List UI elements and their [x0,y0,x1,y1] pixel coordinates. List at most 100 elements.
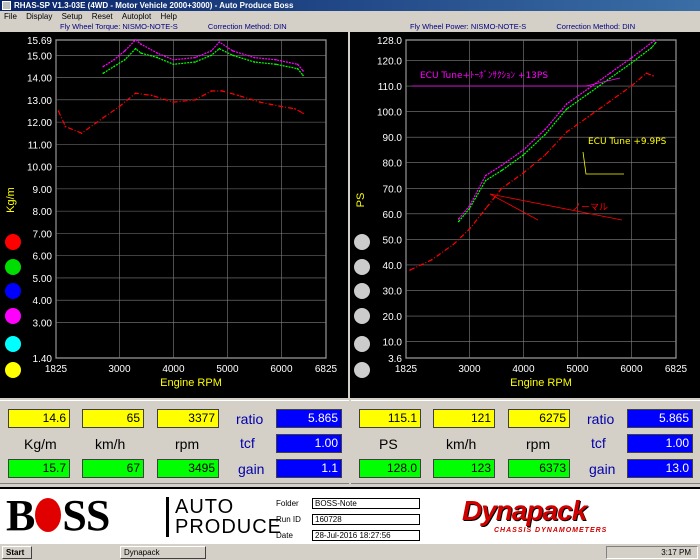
gain-label: gain [589,461,616,477]
legend-yellow-dot[interactable] [5,362,21,378]
taskbar: Start Dynapack 3:17 PM [0,543,700,560]
torque-y-tick-label: 10.00 [27,163,52,174]
legend-grey-dot-5[interactable] [354,336,370,352]
torque-y-tick-label: 13.00 [27,96,52,107]
torque-chart: 1.403.004.005.006.007.008.009.0010.0011.… [5,36,338,389]
power-x-tick-label: 5000 [566,364,589,375]
date-label: Date [276,531,293,540]
ratio-label: ratio [587,411,615,427]
torque-series-point-1 [253,61,256,63]
torque-x-tick-label: 4000 [162,364,185,375]
torque-readout-panel: 14.6 65 3377 Kg/m km/h rpm 15.7 67 3495 … [0,400,349,484]
torque-series-point-1 [172,63,175,66]
power-series-point-0 [468,228,471,230]
legend-cyan-dot[interactable] [5,336,21,352]
torque-chart-header: Fly Wheel Torque: NISMO-NOTE-S Correctio… [60,22,350,32]
torque-x-tick-label: 6825 [315,364,338,375]
torque-series-point-0 [259,101,261,103]
power-series-point-1 [587,92,590,95]
power-series-point-0 [484,207,487,210]
torque-y-tick-label: 7.00 [33,229,53,240]
power-series-point-2 [522,149,525,151]
torque-series-point-2 [296,63,299,66]
window-titlebar: RHAS-SP V1.3-03E (4WD - Motor Vehicle 20… [0,0,700,11]
rpm-current: 3377 [157,409,219,428]
menu-display[interactable]: Display [26,12,52,21]
power-annotation-1: ECU Tune +9.9PS [588,137,667,147]
torque-series-point-2 [275,59,277,61]
ratio-value: 5.865 [627,409,693,428]
torque-series-point-0 [280,105,283,108]
torque-series-point-2 [124,50,126,52]
torque-series-line-1 [102,47,304,76]
menu-help[interactable]: Help [160,12,176,21]
menu-setup[interactable]: Setup [62,12,83,21]
torque-series-point-0 [210,90,213,92]
menu-reset[interactable]: Reset [92,12,113,21]
power-y-tick-label: 128.0 [377,36,402,47]
run-id-label: Run ID [276,515,301,524]
legend-blue-dot[interactable] [5,283,21,299]
power-series-point-2 [484,174,487,177]
start-label: Start [6,548,25,557]
torque-series-point-0 [64,125,67,128]
legend-grey-dot-3[interactable] [354,283,370,299]
legend-grey-dot-6[interactable] [354,362,370,378]
torque-series-point-1 [194,61,196,63]
tcf-value: 1.00 [276,434,342,453]
dynapack-subtitle: CHASSIS DYNAMOMETERS [494,527,608,534]
torque-series-point-0 [172,101,175,103]
torque-series-point-2 [218,41,221,43]
speed-current: 65 [82,409,144,428]
legend-red-dot[interactable] [5,234,21,250]
power-unit-label: PS [379,436,398,452]
ratio-label: ratio [236,411,264,427]
legend-grey-dot-1[interactable] [354,234,370,250]
torque-series-point-0 [194,99,196,101]
menu-bar: File Display Setup Reset Autoplot Help [0,11,700,22]
power-series-point-0 [630,85,633,87]
taskbar-dynapack-button[interactable]: Dynapack [120,546,206,559]
power-series-point-2 [457,218,460,220]
power-series-point-2 [544,128,546,131]
torque-x-tick-label: 1825 [45,364,68,375]
torque-y-tick-label: 12.00 [27,118,52,129]
torque-x-axis-label: Engine RPM [160,377,222,389]
torque-series-point-1 [302,74,304,77]
power-chart: 3.610.020.030.040.050.060.070.080.090.01… [355,36,688,389]
torque-series-point-0 [302,112,304,115]
power-series-point-0 [609,100,611,103]
torque-y-tick-label: 5.00 [33,274,53,285]
power-y-tick-label: 10.0 [383,338,403,349]
torque-series-point-2 [102,65,105,68]
torque-series-point-2 [172,59,175,61]
torque-series-point-0 [237,94,240,97]
torque-series-point-1 [275,63,277,66]
system-clock: 3:17 PM [606,546,698,559]
window-title: RHAS-SP V1.3-03E (4WD - Motor Vehicle 20… [14,1,294,10]
power-series-point-0 [565,131,568,133]
speed-current: 121 [433,409,495,428]
power-header-title: Fly Wheel Power: NISMO-NOTE-S [410,22,527,31]
power-series-point-2 [609,72,611,75]
torque-y-tick-label: 4.00 [33,296,53,307]
rpm-at-max: 6373 [508,459,570,478]
legend-green-dot[interactable] [5,259,21,275]
legend-grey-dot-2[interactable] [354,259,370,275]
power-series-point-1 [484,179,487,182]
power-header-method: Correction Method: DIN [556,22,636,31]
power-series-point-2 [468,205,471,207]
start-button[interactable]: Start [2,546,32,559]
taskbar-dynapack-label: Dynapack [124,548,160,557]
torque-y-tick-label: 15.69 [27,36,52,47]
power-series-point-0 [544,154,546,156]
menu-autoplot[interactable]: Autoplot [122,12,151,21]
power-x-tick-label: 6825 [665,364,688,375]
torque-y-tick-label: 9.00 [33,185,53,196]
legend-magenta-dot[interactable] [5,308,21,324]
torque-header-title: Fly Wheel Torque: NISMO-NOTE-S [60,22,178,31]
rpm-unit-label: rpm [526,436,551,452]
menu-file[interactable]: File [4,12,17,21]
legend-grey-dot-4[interactable] [354,308,370,324]
torque-chart-panel: 1.40 3.00 4.00 5.00 6.00 7.00 8.00 9.00 10.00 11.… [0,32,348,398]
